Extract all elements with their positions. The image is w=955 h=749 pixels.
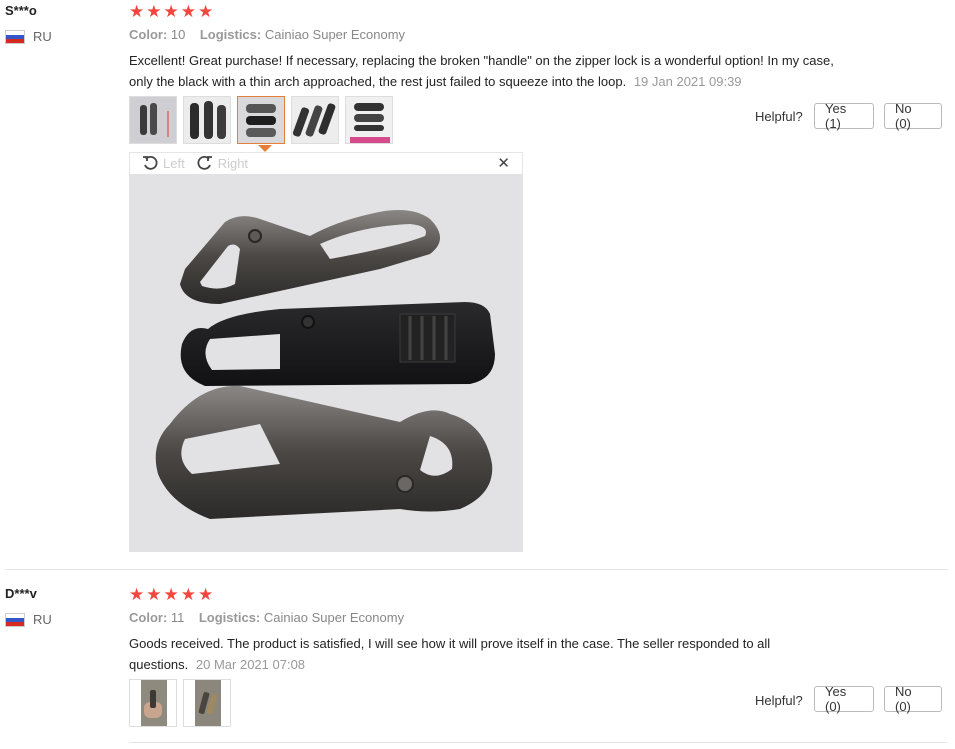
helpful-yes-button[interactable]: Yes (1)	[814, 101, 874, 131]
review-photo-large	[130, 174, 522, 552]
photo-thumbnails	[129, 679, 231, 727]
star-icon: ★	[198, 2, 214, 21]
active-thumbnail-caret	[258, 145, 272, 152]
helpful-no-button[interactable]: No (0)	[884, 101, 942, 131]
star-rating: ★ ★ ★ ★ ★	[129, 586, 213, 603]
photo-thumbnail[interactable]	[129, 679, 177, 727]
review-text: Goods received. The product is satisfied…	[129, 633, 809, 675]
color-value: 10	[170, 27, 186, 42]
reviewer-country: RU	[5, 612, 52, 627]
russia-flag-icon	[5, 612, 25, 627]
review-divider	[5, 569, 948, 570]
russia-flag-icon	[5, 29, 25, 44]
reviewer-country: RU	[5, 29, 52, 44]
photo-thumbnail[interactable]	[345, 96, 393, 144]
logistics-label: Logistics:	[198, 610, 261, 625]
photo-viewer-toolbar: Left Right ✕	[130, 153, 522, 173]
star-icon: ★	[129, 585, 145, 604]
star-icon: ★	[180, 2, 196, 21]
photo-viewer: Left Right ✕	[129, 152, 523, 552]
helpful-label: Helpful?	[755, 109, 803, 124]
country-code: RU	[33, 612, 52, 627]
logistics-value: Cainiao Super Economy	[264, 27, 406, 42]
review-date: 19 Jan 2021 09:39	[633, 74, 742, 89]
rotate-right-icon	[197, 155, 212, 170]
review-date: 20 Mar 2021 07:08	[195, 657, 306, 672]
country-code: RU	[33, 29, 52, 44]
reviewer-name: S***o	[5, 3, 37, 18]
rotate-left-icon	[143, 155, 158, 170]
star-icon: ★	[129, 2, 145, 21]
rotate-right-button[interactable]: Right	[197, 155, 248, 171]
reviewer-name: D***v	[5, 586, 37, 601]
star-rating: ★ ★ ★ ★ ★	[129, 3, 213, 20]
star-icon: ★	[198, 585, 214, 604]
logistics-value: Cainiao Super Economy	[263, 610, 405, 625]
review-divider	[129, 742, 947, 743]
review-text: Excellent! Great purchase! If necessary,…	[129, 50, 839, 92]
photo-thumbnails	[129, 96, 393, 144]
photo-thumbnail[interactable]	[183, 679, 231, 727]
color-label: Color:	[129, 27, 168, 42]
photo-thumbnail[interactable]	[129, 96, 177, 144]
helpful-label: Helpful?	[755, 693, 803, 708]
helpful-yes-button[interactable]: Yes (0)	[814, 684, 874, 714]
color-label: Color:	[129, 610, 168, 625]
photo-thumbnail[interactable]	[291, 96, 339, 144]
logistics-label: Logistics:	[199, 27, 262, 42]
star-icon: ★	[146, 2, 162, 21]
purchase-info: Color: 11 Logistics: Cainiao Super Econo…	[129, 610, 404, 625]
star-icon: ★	[180, 585, 196, 604]
rotate-left-label: Left	[163, 155, 185, 171]
photo-thumbnail-active[interactable]	[237, 96, 285, 144]
rotate-right-label: Right	[217, 155, 249, 171]
purchase-info: Color: 10 Logistics: Cainiao Super Econo…	[129, 27, 405, 42]
close-icon[interactable]: ✕	[497, 154, 510, 172]
photo-thumbnail[interactable]	[183, 96, 231, 144]
star-icon: ★	[163, 585, 179, 604]
color-value: 11	[170, 610, 185, 625]
star-icon: ★	[163, 2, 179, 21]
helpful-no-button[interactable]: No (0)	[884, 684, 942, 714]
rotate-left-button[interactable]: Left	[142, 155, 185, 171]
star-icon: ★	[146, 585, 162, 604]
